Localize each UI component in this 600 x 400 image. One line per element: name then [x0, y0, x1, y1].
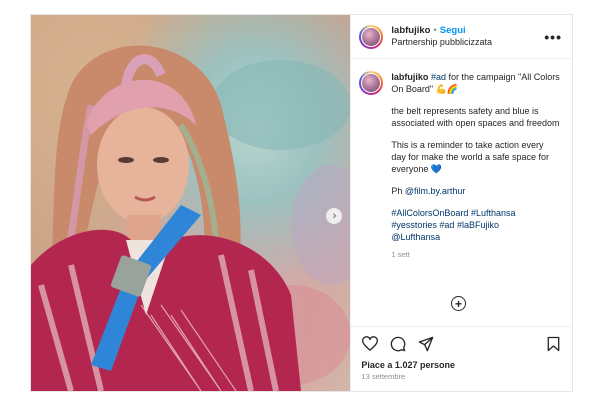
- heart-icon[interactable]: [361, 335, 379, 353]
- share-icon[interactable]: [417, 335, 435, 353]
- likes-count[interactable]: Piace a 1.027 persone: [351, 360, 572, 370]
- caption-paragraph-reminder: This is a reminder to take action every …: [391, 140, 549, 175]
- photographer-mention[interactable]: @film.by.arthur: [405, 186, 465, 196]
- portrait-illustration: [31, 45, 351, 391]
- post-sidebar: labfujiko • Segui Partnership pubblicizzat…: [350, 15, 572, 391]
- separator-dot: •: [433, 24, 437, 36]
- caption-paragraph-belt: the belt represents safety and blue is a…: [391, 106, 560, 129]
- caption-area: labfujiko #ad for the campaign "All Colo…: [351, 59, 572, 326]
- post-header: labfujiko • Segui Partnership pubblicizzat…: [351, 15, 572, 59]
- action-bar: [351, 326, 572, 360]
- caption-text: labfujiko #ad for the campaign "All Colo…: [391, 71, 560, 326]
- caption-hashtags[interactable]: #AllColorsOnBoard #Lufthansa #yesstories…: [391, 208, 515, 230]
- hashtag-ad[interactable]: #ad: [431, 72, 446, 82]
- follow-button[interactable]: Segui: [440, 25, 466, 36]
- chevron-right-icon: ›: [332, 209, 337, 222]
- post-date: 13 settembre: [361, 372, 406, 381]
- more-icon[interactable]: •••: [544, 29, 562, 45]
- bookmark-icon[interactable]: [544, 335, 562, 353]
- lufthansa-mention[interactable]: @Lufthansa: [391, 232, 440, 242]
- comment-icon[interactable]: [389, 335, 407, 353]
- caption-avatar[interactable]: [359, 71, 384, 95]
- avatar[interactable]: [359, 24, 384, 49]
- header-text: labfujiko • Segui Partnership pubblicizzat…: [391, 25, 544, 48]
- instagram-post: › labfujiko • Segui Partnership pubblicizz…: [30, 14, 573, 392]
- photo-credit-label: Ph: [391, 186, 405, 197]
- add-comment-icon[interactable]: +: [451, 296, 466, 311]
- post-image[interactable]: ›: [31, 15, 351, 391]
- username-link[interactable]: labfujiko: [391, 25, 430, 36]
- partnership-label[interactable]: Partnership pubblicizzata: [391, 37, 544, 48]
- caption-timestamp: 1 sett: [391, 249, 410, 259]
- caption-username[interactable]: labfujiko: [391, 72, 428, 82]
- add-comment-glyph: +: [454, 296, 462, 311]
